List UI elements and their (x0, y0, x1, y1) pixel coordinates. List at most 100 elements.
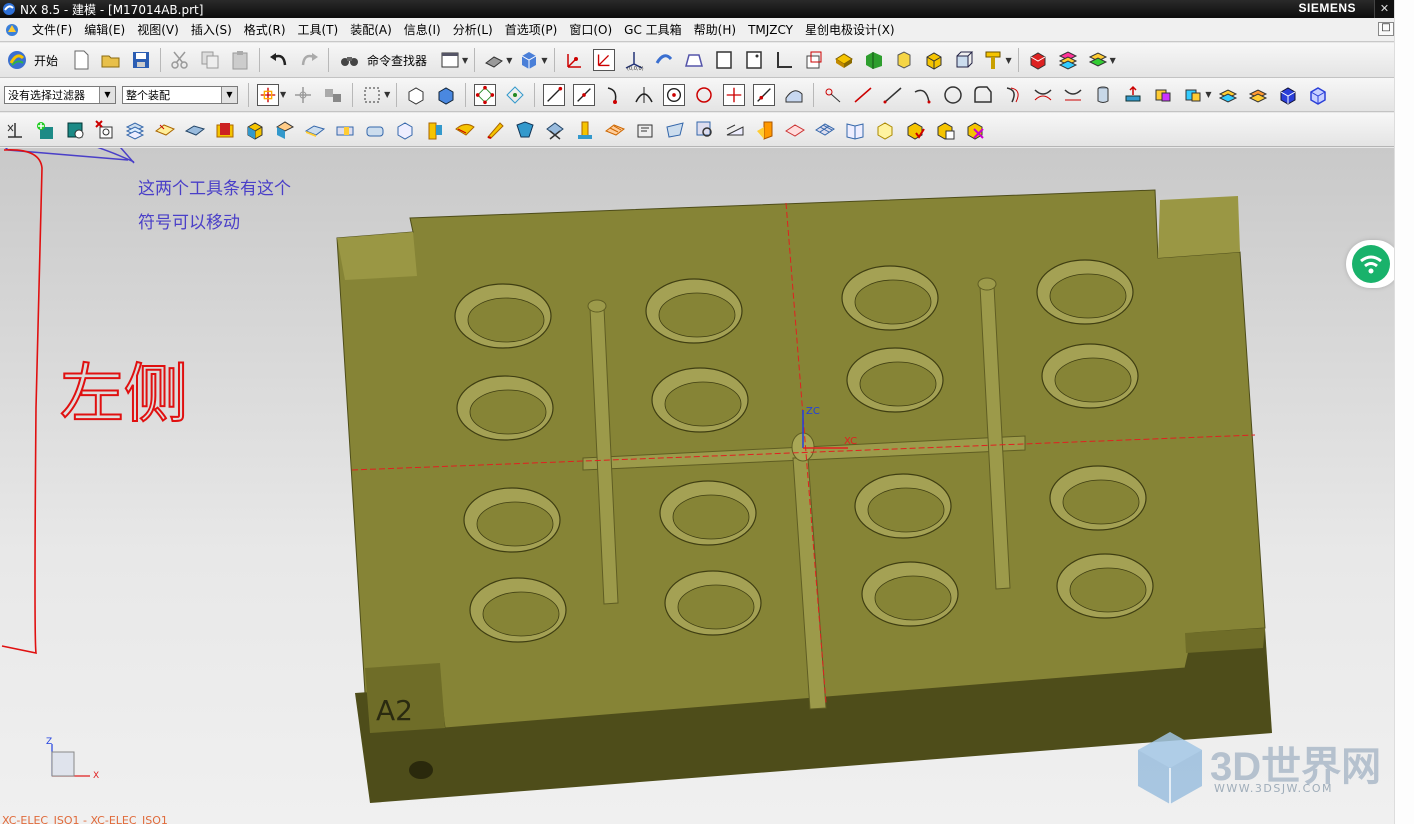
box-check-icon[interactable] (904, 119, 926, 141)
boolean-icon[interactable] (893, 49, 915, 71)
folded-sheet-icon[interactable] (274, 119, 296, 141)
layer-settings-icon[interactable] (1087, 49, 1109, 71)
wedge-icon[interactable] (724, 119, 746, 141)
chevron-down-icon[interactable]: ▼ (1006, 56, 1012, 65)
trapezoid-sketch-icon[interactable] (683, 49, 705, 71)
extrude-cylinder-icon[interactable] (1092, 84, 1114, 106)
arc-tool-icon[interactable] (912, 84, 934, 106)
yellow-box-icon[interactable] (874, 119, 896, 141)
book-open-icon[interactable] (844, 119, 866, 141)
chevron-down-icon[interactable]: ▼ (221, 86, 237, 103)
point-constructor-icon[interactable] (292, 84, 314, 106)
rectangle-sketch-icon[interactable] (713, 49, 735, 71)
chevron-down-icon[interactable]: ▼ (462, 56, 468, 65)
yellow-block-icon[interactable] (833, 49, 855, 71)
rectangle-select-icon[interactable] (361, 84, 383, 106)
menu-gc-toolkit[interactable]: GC 工具箱 (618, 21, 688, 38)
wcs-origin-icon[interactable] (563, 49, 585, 71)
box-edit-icon[interactable] (934, 119, 956, 141)
intersection-point-icon[interactable] (633, 84, 655, 106)
mid-point-icon[interactable] (573, 83, 596, 106)
layer-move-icon[interactable] (1217, 84, 1239, 106)
menu-insert[interactable]: 插入(S) (185, 21, 238, 38)
window-restore-button[interactable]: □ (1378, 22, 1394, 36)
end-point-icon[interactable] (543, 83, 566, 106)
hammer-icon[interactable] (983, 49, 1005, 71)
flat-plate-icon[interactable] (304, 119, 326, 141)
menu-format[interactable]: 格式(R) (238, 21, 292, 38)
menu-electrode-design[interactable]: 星创电极设计(X) (799, 21, 901, 38)
chevron-down-icon[interactable]: ▼ (99, 86, 115, 103)
sheet-icon[interactable] (743, 49, 765, 71)
yellow-cube-icon[interactable] (923, 49, 945, 71)
shaded-cube-icon[interactable] (518, 49, 540, 71)
start-button[interactable]: 开始 (0, 49, 66, 71)
select-face-icon[interactable] (435, 84, 457, 106)
offset-curve-icon[interactable] (1002, 84, 1024, 106)
cut-icon[interactable] (169, 49, 191, 71)
slab-orange-icon[interactable] (154, 119, 176, 141)
yellow-column-icon[interactable] (424, 119, 446, 141)
box-delete-icon[interactable] (964, 119, 986, 141)
menu-preferences[interactable]: 首选项(P) (499, 21, 564, 38)
chevron-down-icon[interactable]: ▼ (1205, 90, 1211, 99)
snap-grid-icon[interactable] (504, 84, 526, 106)
blue-block-icon[interactable] (1277, 84, 1299, 106)
sheet-fold-icon[interactable] (664, 119, 686, 141)
stack-plates-icon[interactable] (124, 119, 146, 141)
chevron-down-icon[interactable]: ▼ (1110, 56, 1116, 65)
pen-tool-icon[interactable] (484, 119, 506, 141)
menu-assembly[interactable]: 装配(A) (344, 21, 398, 38)
layer-copy-icon[interactable] (1247, 84, 1269, 106)
corner-line-icon[interactable] (773, 49, 795, 71)
book-icon[interactable] (214, 119, 236, 141)
assembly-select-icon[interactable] (322, 84, 344, 106)
menu-tmjzcy[interactable]: TMJZCY (742, 23, 799, 37)
menu-tools[interactable]: 工具(T) (292, 21, 345, 38)
red-cube-icon[interactable] (1027, 49, 1049, 71)
copy-icon[interactable] (199, 49, 221, 71)
ruler-stand-icon[interactable] (574, 119, 596, 141)
rotate-wcs-icon[interactable] (653, 49, 675, 71)
graphics-viewport[interactable]: ZC XC A2 X Z 左侧 这两个工具条有这个 符号可以移动 3D世界网 W… (0, 148, 1394, 824)
snap-point-icon[interactable] (257, 83, 279, 106)
menu-analysis[interactable]: 分析(L) (447, 21, 499, 38)
menu-window[interactable]: 窗口(O) (563, 21, 618, 38)
teal-cube-icon[interactable] (64, 119, 86, 141)
existing-point-icon[interactable] (723, 83, 746, 106)
wcs-orient-icon[interactable]: (0,0,0) (623, 49, 645, 71)
replace-face-icon[interactable] (1152, 84, 1174, 106)
add-component-icon[interactable] (34, 119, 56, 141)
move-face-icon[interactable] (1122, 84, 1144, 106)
wifi-widget[interactable] (1346, 240, 1394, 288)
menu-file[interactable]: 文件(F) (26, 21, 78, 38)
point-tool-icon[interactable] (822, 84, 844, 106)
round-block-icon[interactable] (364, 119, 386, 141)
new-file-icon[interactable] (70, 49, 92, 71)
dynamic-wcs-icon[interactable] (592, 49, 615, 71)
wireframe-box-icon[interactable] (953, 49, 975, 71)
save-icon[interactable] (130, 49, 152, 71)
fillet-tool-icon[interactable] (972, 84, 994, 106)
circle-tool-icon[interactable] (942, 84, 964, 106)
open-folder-icon[interactable] (100, 49, 122, 71)
green-body-icon[interactable] (863, 49, 885, 71)
select-body-icon[interactable] (405, 84, 427, 106)
chevron-down-icon[interactable]: ▼ (384, 90, 390, 99)
control-point-icon[interactable] (603, 84, 625, 106)
resize-face-icon[interactable] (1182, 84, 1204, 106)
window-layout-icon[interactable] (439, 49, 461, 71)
right-scrollbar[interactable] (1394, 0, 1414, 824)
datum-plane-icon[interactable] (803, 49, 825, 71)
grid-board-icon[interactable] (814, 119, 836, 141)
chevron-down-icon[interactable]: ▼ (280, 90, 286, 99)
box-shaded-icon[interactable] (244, 119, 266, 141)
command-finder-button[interactable]: 命令查找器 (333, 49, 435, 71)
selection-scope-dropdown[interactable]: 整个装配 ▼ (122, 85, 238, 104)
divide-curve-icon[interactable] (1062, 84, 1084, 106)
grid-plate-icon[interactable] (604, 119, 626, 141)
paste-icon[interactable] (229, 49, 251, 71)
xc-axis-icon[interactable] (4, 119, 26, 141)
menu-information[interactable]: 信息(I) (398, 21, 447, 38)
slider-block-icon[interactable] (334, 119, 356, 141)
